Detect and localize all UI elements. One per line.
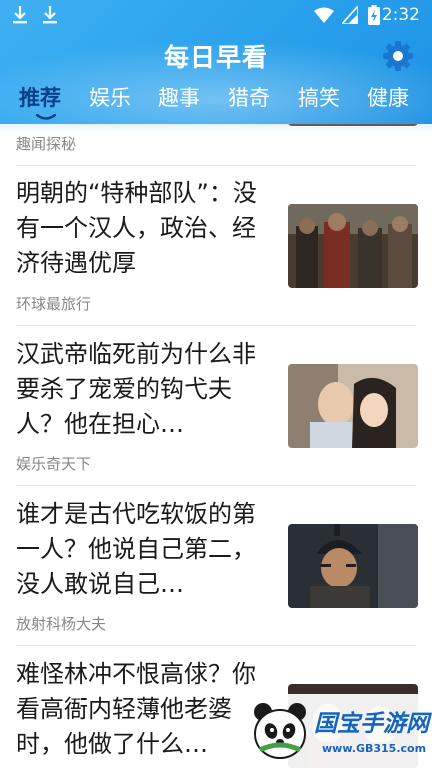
wifi-icon (314, 7, 334, 23)
tab-funny[interactable]: 搞笑 (298, 82, 340, 112)
download-icon (13, 6, 27, 24)
tab-curiosities[interactable]: 猎奇 (228, 82, 270, 112)
battery-icon (368, 5, 380, 25)
article-source: 环球最旅行 (16, 295, 92, 313)
article-title[interactable]: 难怪林冲不恨高俅？你看高衙内轻薄他老婆时，他做了什么… (16, 657, 270, 762)
panda-logo-icon (254, 703, 306, 759)
watermark-name: 国宝手游网 (314, 711, 429, 737)
status-bar: 2:32 (0, 0, 432, 30)
article-title[interactable]: 谁才是古代吃软饭的第一人？他说自己第二，没人敢说自己… (16, 497, 270, 602)
soldiers-battle-image[interactable] (288, 204, 418, 288)
gear-icon[interactable] (382, 40, 414, 72)
divider (16, 485, 416, 486)
divider (16, 325, 416, 326)
article-source: 趣闻探秘 (16, 135, 77, 153)
article-title[interactable]: 汉武帝临死前为什么非要杀了宠爱的钩弋夫人？他在担心… (16, 337, 270, 442)
article-source: 放射科杨大夫 (16, 615, 107, 633)
tab-recommend[interactable]: 推荐 (19, 82, 61, 112)
article-title[interactable]: 明朝的“特种部队”：没有一个汉人，政治、经济待遇优厚 (16, 176, 270, 281)
app-header: 2:32 每日早看 推荐 娱乐 趣事 猎奇 搞笑 健康 (0, 0, 432, 124)
divider (16, 645, 416, 646)
news-feed[interactable]: 趣闻探秘 明朝的“特种部队”：没有一个汉人，政治、经济待遇优厚 环球最旅行 汉武… (0, 124, 432, 768)
article-source: 娱乐奇天下 (16, 455, 92, 473)
category-tabs: 推荐 娱乐 趣事 猎奇 搞笑 健康 (0, 76, 432, 124)
site-watermark: 国宝手游网 www.GB315.com (238, 694, 432, 768)
tab-fun-stories[interactable]: 趣事 (158, 82, 200, 112)
active-tab-indicator (36, 114, 56, 120)
previous-thumbnail-edge (288, 124, 418, 126)
drama-couple-image[interactable] (288, 364, 418, 448)
watermark-url: www.GB315.com (322, 742, 427, 755)
divider (16, 165, 416, 166)
app-title: 每日早看 (163, 43, 268, 72)
signal-icon (342, 6, 358, 24)
clock-time: 2:32 (381, 5, 420, 25)
helmet-warrior-image[interactable] (288, 524, 418, 608)
download-icon (43, 6, 57, 24)
tab-entertainment[interactable]: 娱乐 (89, 82, 131, 112)
tab-health[interactable]: 健康 (367, 82, 409, 112)
